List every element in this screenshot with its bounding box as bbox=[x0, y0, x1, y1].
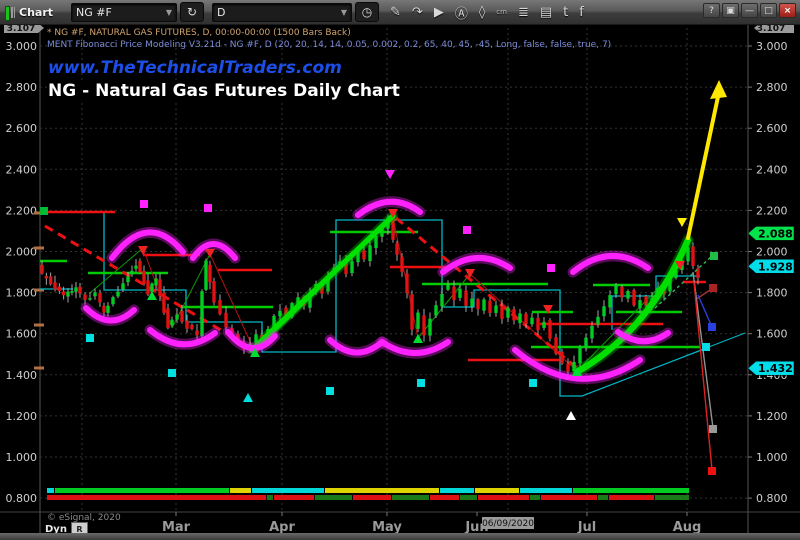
svg-text:0.800: 0.800 bbox=[6, 492, 38, 505]
title-bar: Chart NG #F ▼ ↻ D ▼ ◷ ✎ ↷ ▶ Ⓐ ◊ cm ≣ ▤ tf ?▣—□× bbox=[0, 0, 800, 25]
window-bottom-edge bbox=[0, 533, 800, 540]
annotate-icon[interactable]: Ⓐ bbox=[455, 3, 468, 22]
svg-text:3.107: 3.107 bbox=[7, 24, 35, 34]
svg-text:1.800: 1.800 bbox=[756, 287, 788, 300]
symbol-input[interactable]: NG #F ▼ bbox=[71, 3, 177, 22]
restore-button[interactable]: ▣ bbox=[722, 3, 739, 18]
svg-text:1.600: 1.600 bbox=[6, 328, 38, 341]
close-button[interactable]: × bbox=[779, 3, 796, 18]
svg-text:1.600: 1.600 bbox=[756, 328, 788, 341]
facebook-icon[interactable]: f bbox=[579, 5, 584, 20]
redo-icon[interactable]: ↷ bbox=[412, 5, 423, 20]
help-button[interactable]: ? bbox=[703, 3, 720, 18]
interval-value: D bbox=[217, 6, 225, 19]
svg-text:1.400: 1.400 bbox=[6, 369, 38, 382]
eraser-icon[interactable]: ◊ bbox=[479, 5, 485, 20]
chevron-down-icon: ▼ bbox=[341, 8, 347, 17]
svg-text:3.107: 3.107 bbox=[757, 24, 785, 34]
maximize-button[interactable]: □ bbox=[760, 3, 777, 18]
svg-text:1.200: 1.200 bbox=[756, 410, 788, 423]
svg-text:2.200: 2.200 bbox=[756, 204, 788, 217]
chart-title: NG - Natural Gas Futures Daily Chart bbox=[48, 81, 404, 102]
cm-label[interactable]: cm bbox=[496, 8, 507, 16]
study-info-line: MENT Fibonacci Price Modeling V3.21d - N… bbox=[47, 40, 611, 50]
symbol-value: NG #F bbox=[76, 6, 112, 19]
refresh-button[interactable]: ↻ bbox=[180, 2, 204, 22]
svg-text:2.400: 2.400 bbox=[756, 163, 788, 176]
svg-text:1.000: 1.000 bbox=[756, 451, 788, 464]
symbol-info-line: * NG #F, NATURAL GAS FUTURES, D, 00:00-0… bbox=[47, 28, 351, 38]
pencil-icon[interactable]: ✎ bbox=[390, 5, 401, 20]
chat-icon[interactable]: ▤ bbox=[540, 5, 552, 20]
window-title: Chart bbox=[19, 6, 53, 19]
drawing-toolbar: ✎ ↷ ▶ Ⓐ ◊ cm ≣ ▤ tf bbox=[379, 3, 584, 22]
website-watermark: www.TheTechnicalTraders.com bbox=[48, 58, 342, 78]
svg-text:1.928: 1.928 bbox=[758, 260, 793, 273]
svg-text:2.200: 2.200 bbox=[6, 204, 38, 217]
chevron-down-icon: ▼ bbox=[166, 8, 172, 17]
list-icon[interactable]: ≣ bbox=[518, 5, 529, 20]
time-template-button[interactable]: ◷ bbox=[355, 2, 379, 22]
svg-text:2.800: 2.800 bbox=[6, 81, 38, 94]
svg-text:3.000: 3.000 bbox=[6, 40, 38, 53]
svg-text:2.600: 2.600 bbox=[756, 122, 788, 135]
chart-window-icon bbox=[5, 6, 15, 19]
svg-text:0.800: 0.800 bbox=[756, 492, 788, 505]
twitter-icon[interactable]: t bbox=[563, 5, 568, 20]
svg-text:2.088: 2.088 bbox=[758, 227, 793, 240]
svg-text:1.000: 1.000 bbox=[6, 451, 38, 464]
window-controls: ?▣—□× bbox=[703, 3, 796, 18]
svg-text:2.400: 2.400 bbox=[6, 163, 38, 176]
svg-text:2.000: 2.000 bbox=[6, 246, 38, 259]
svg-text:2.600: 2.600 bbox=[6, 122, 38, 135]
chart-window: 3.000 3.000 2.800 2.800 2.600 2.600 2.400 2.400… bbox=[0, 0, 800, 540]
svg-text:2.800: 2.800 bbox=[756, 81, 788, 94]
svg-text:06/09/2020: 06/09/2020 bbox=[482, 519, 534, 529]
play-icon[interactable]: ▶ bbox=[434, 5, 444, 20]
interval-select[interactable]: D ▼ bbox=[212, 3, 352, 22]
svg-text:1.800: 1.800 bbox=[6, 287, 38, 300]
svg-text:2.000: 2.000 bbox=[756, 246, 788, 259]
svg-text:1.432: 1.432 bbox=[758, 362, 793, 375]
svg-text:3.000: 3.000 bbox=[756, 40, 788, 53]
minimize-button[interactable]: — bbox=[741, 3, 758, 18]
svg-text:1.200: 1.200 bbox=[6, 410, 38, 423]
